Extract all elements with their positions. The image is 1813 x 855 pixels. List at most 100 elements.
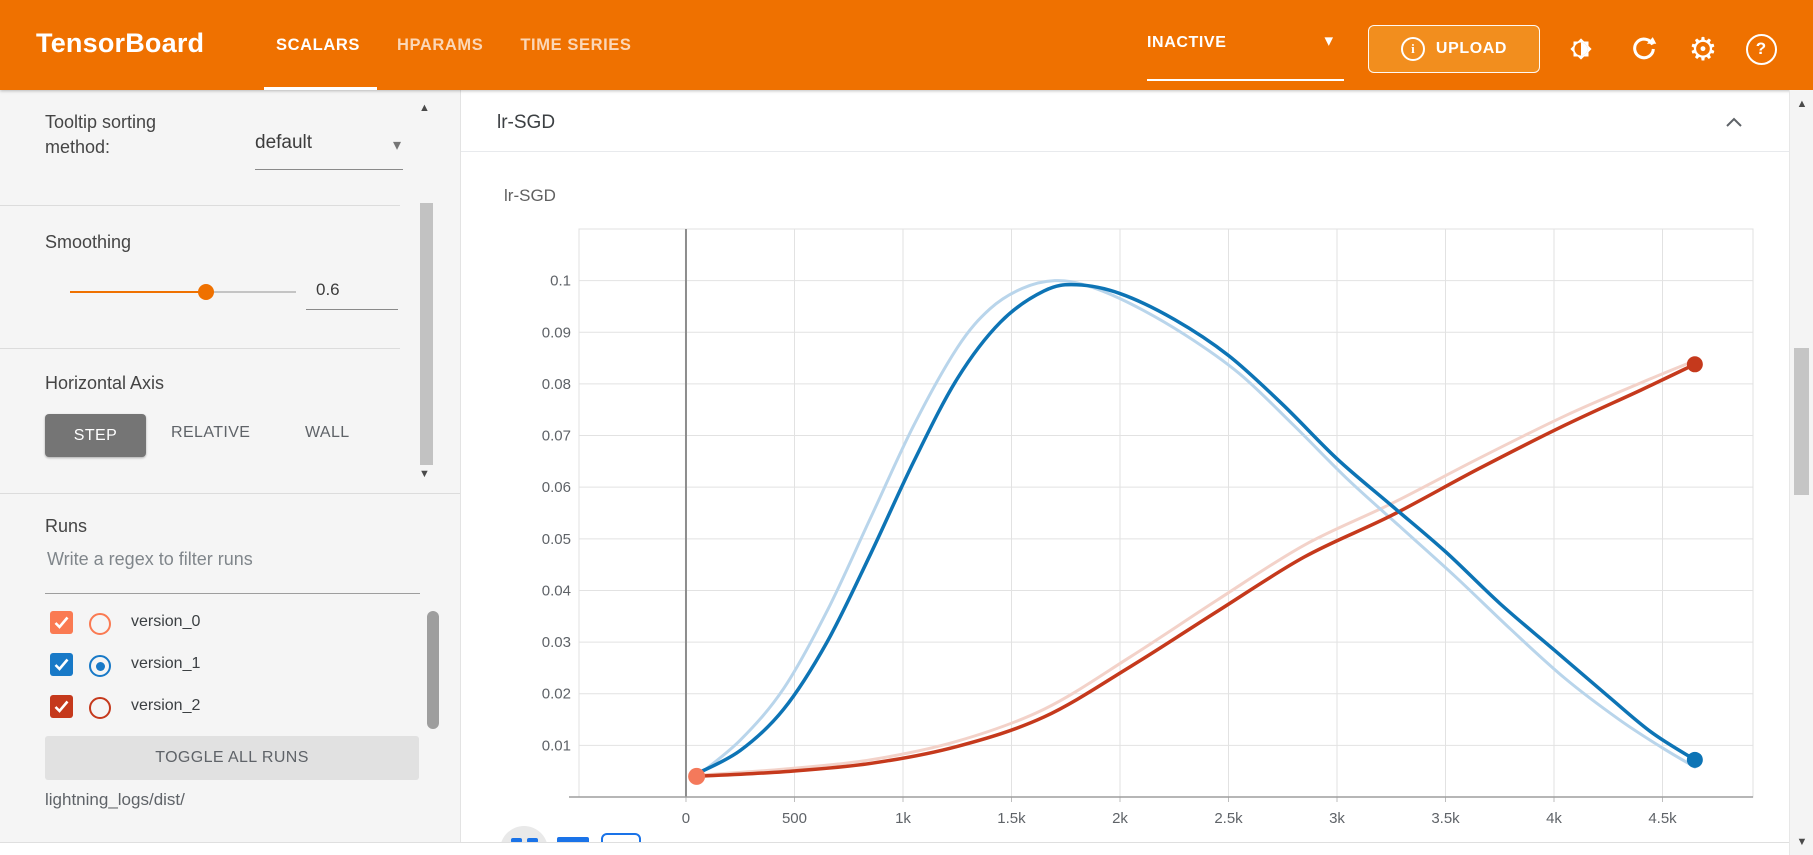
run-checkbox[interactable] — [50, 611, 73, 634]
gear-glyph: ⚙ — [1689, 33, 1718, 65]
run-row-version_0[interactable]: version_0 — [45, 602, 415, 644]
scalar-chart-svg[interactable]: 0.01 0.02 0.03 0.04 0.05 0.06 0.07 0.08 0.09 0.1 0… — [461, 150, 1790, 843]
upload-button-label: UPLOAD — [1436, 40, 1507, 58]
run-checkbox[interactable] — [50, 653, 73, 676]
y-tick-label: 0.08 — [542, 376, 571, 393]
tab-scalars[interactable]: SCALARS — [276, 36, 360, 55]
sidebar-scroll-down-icon[interactable]: ▼ — [419, 468, 430, 480]
settings-gear-icon[interactable]: ⚙ — [1683, 29, 1723, 69]
tab-time-series[interactable]: TIME SERIES — [520, 36, 631, 55]
help-glyph: ? — [1746, 34, 1777, 65]
smoothing-slider-fill — [70, 291, 206, 293]
bottom-strip — [0, 843, 1813, 855]
y-tick-label: 0.05 — [542, 531, 571, 548]
brightness-icon[interactable] — [1561, 29, 1601, 69]
active-tab-indicator — [264, 87, 377, 90]
x-tick-label: 500 — [782, 810, 807, 827]
run-filter-underline — [45, 593, 420, 594]
chevron-down-icon: ▾ — [1324, 31, 1333, 51]
toggle-all-runs-button[interactable]: TOGGLE ALL RUNS — [45, 736, 419, 780]
tensorboard-app: TensorBoard SCALARS HPARAMS TIME SERIES … — [0, 0, 1813, 855]
axis-relative-button[interactable]: RELATIVE — [171, 424, 250, 442]
main-content: lr-SGD lr-SGD 0.010.020.030.040.050.060.… — [460, 90, 1790, 843]
y-tick-label: 0.06 — [542, 479, 571, 496]
radio-dot — [96, 662, 105, 671]
axis-step-button[interactable]: STEP — [45, 414, 146, 457]
page-scrollbar[interactable]: ▲ ▼ — [1789, 90, 1813, 855]
check-icon — [54, 658, 69, 671]
chart-group-header[interactable]: lr-SGD — [461, 90, 1790, 152]
data-status-label: INACTIVE — [1147, 34, 1226, 52]
y-tick-label: 0.07 — [542, 428, 571, 445]
sidebar-scrollbar-thumb[interactable] — [420, 203, 433, 465]
status-underline — [1147, 79, 1344, 81]
y-tick-label: 0.09 — [542, 324, 571, 341]
run-radio[interactable] — [89, 655, 111, 677]
runs-scrollbar-thumb[interactable] — [427, 611, 439, 729]
series-version_1-smoothed- — [697, 285, 1695, 774]
axis-wall-button[interactable]: WALL — [305, 424, 350, 442]
run-row-version_1[interactable]: version_1 — [45, 644, 415, 686]
x-tick-label: 0 — [682, 810, 690, 827]
settings-sidebar: Tooltip sorting method: default ▾ Smooth… — [0, 90, 460, 842]
horizontal-axis-label: Horizontal Axis — [45, 373, 164, 394]
sidebar-scroll-up-icon[interactable]: ▲ — [419, 102, 430, 114]
run-name: version_0 — [131, 613, 200, 631]
x-tick-label: 1k — [895, 810, 911, 827]
brightness-icon-glyph — [1566, 34, 1596, 64]
scroll-down-icon[interactable]: ▼ — [1790, 836, 1813, 848]
series-marker-version_1-smoothed- — [1687, 752, 1703, 768]
runs-label: Runs — [45, 516, 87, 537]
tooltip-sorting-label: Tooltip sorting method: — [45, 110, 215, 160]
data-status-dropdown[interactable]: INACTIVE ▾ — [1147, 0, 1347, 86]
series-marker-version_0 — [688, 768, 705, 785]
app-header: TensorBoard SCALARS HPARAMS TIME SERIES … — [0, 0, 1813, 90]
y-tick-label: 0.04 — [542, 582, 571, 599]
info-icon: i — [1401, 37, 1425, 61]
run-row-version_2[interactable]: version_2 — [45, 686, 415, 728]
refresh-icon[interactable] — [1624, 29, 1664, 69]
check-icon — [54, 700, 69, 713]
x-tick-label: 1.5k — [997, 810, 1026, 827]
run-radio[interactable] — [89, 613, 111, 635]
page-scrollbar-thumb[interactable] — [1794, 348, 1809, 495]
tooltip-sorting-value: default — [255, 132, 312, 153]
tab-hparams[interactable]: HPARAMS — [397, 36, 483, 55]
collapse-chevron-up-icon[interactable] — [1725, 115, 1743, 133]
smoothing-value-underline — [306, 309, 398, 310]
run-name: version_1 — [131, 655, 200, 673]
y-tick-label: 0.1 — [550, 273, 571, 290]
tab-bar: SCALARS HPARAMS TIME SERIES — [276, 0, 631, 90]
y-tick-label: 0.02 — [542, 686, 571, 703]
smoothing-value[interactable]: 0.6 — [316, 280, 340, 300]
dropdown-underline — [255, 169, 403, 170]
x-tick-label: 2.5k — [1214, 810, 1243, 827]
chevron-down-icon: ▾ — [393, 135, 401, 155]
run-name: version_2 — [131, 697, 200, 715]
help-icon[interactable]: ? — [1741, 29, 1781, 69]
app-logo[interactable]: TensorBoard — [36, 28, 204, 59]
upload-button[interactable]: i UPLOAD — [1368, 25, 1540, 73]
scroll-up-icon[interactable]: ▲ — [1790, 98, 1813, 110]
y-tick-label: 0.01 — [542, 737, 571, 754]
series-version_1-raw- — [697, 281, 1695, 777]
chart-group-title: lr-SGD — [497, 112, 555, 134]
series-marker-version_2-smoothed- — [1687, 356, 1703, 372]
check-icon — [54, 616, 69, 629]
smoothing-slider-thumb[interactable] — [198, 284, 214, 300]
section-divider — [0, 205, 400, 206]
y-tick-label: 0.03 — [542, 634, 571, 651]
run-radio[interactable] — [89, 697, 111, 719]
x-tick-label: 3.5k — [1431, 810, 1460, 827]
run-filter-input[interactable] — [45, 548, 419, 571]
smoothing-label: Smoothing — [45, 232, 131, 253]
refresh-icon-glyph — [1630, 35, 1658, 63]
x-tick-label: 4k — [1546, 810, 1562, 827]
tooltip-sorting-dropdown[interactable]: default ▾ — [255, 132, 403, 154]
x-tick-label: 3k — [1329, 810, 1345, 827]
x-tick-label: 4.5k — [1648, 810, 1677, 827]
section-divider — [0, 493, 460, 494]
section-divider — [0, 348, 400, 349]
run-checkbox[interactable] — [50, 695, 73, 718]
log-directory-path: lightning_logs/dist/ — [45, 790, 185, 810]
